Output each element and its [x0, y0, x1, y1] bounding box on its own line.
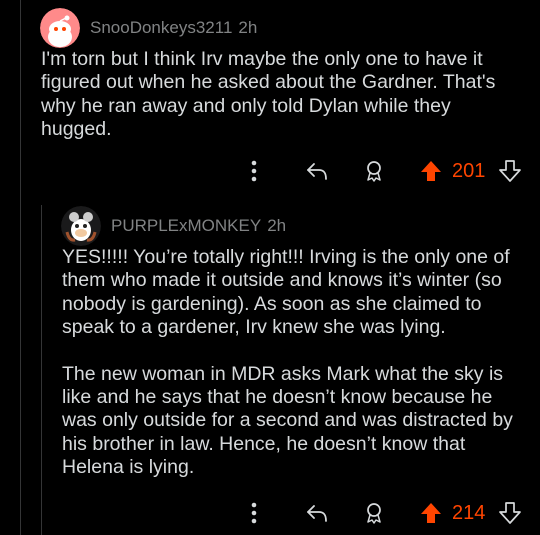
avatar[interactable] — [61, 206, 101, 246]
reply-button[interactable] — [303, 498, 331, 528]
username[interactable]: SnooDonkeys3211 — [90, 18, 232, 37]
award-icon — [367, 161, 381, 182]
avatar[interactable] — [40, 8, 80, 48]
more-options-button[interactable] — [244, 498, 264, 528]
comment-actions: 214 — [0, 498, 540, 528]
award-icon — [367, 503, 381, 524]
username[interactable]: PURPLExMONKEY — [111, 216, 261, 235]
reply-arrow-icon — [307, 163, 327, 180]
downvote-arrow-icon — [499, 160, 521, 182]
comment-actions: 201 — [0, 156, 540, 186]
upvote-arrow-icon — [421, 161, 441, 181]
upvote-button[interactable] — [418, 156, 444, 186]
more-vertical-icon — [251, 160, 257, 182]
more-options-button[interactable] — [244, 156, 264, 186]
comment-author[interactable]: PURPLExMONKEY 2h — [111, 216, 286, 236]
award-button[interactable] — [361, 498, 387, 528]
reply-button[interactable] — [303, 156, 331, 186]
vote-score: 214 — [452, 502, 486, 524]
comment-paragraph: YES!!!!! You’re totally right!!! Irving … — [62, 246, 510, 339]
award-button[interactable] — [361, 156, 387, 186]
comment-age: 2h — [267, 216, 287, 235]
reply-arrow-icon — [307, 505, 327, 522]
upvote-button[interactable] — [418, 498, 444, 528]
comment-body: YES!!!!! You’re totally right!!! Irving … — [62, 246, 520, 480]
downvote-button[interactable] — [497, 156, 523, 186]
downvote-arrow-icon — [499, 502, 521, 524]
thread-line-nested[interactable] — [41, 205, 42, 535]
comment-author[interactable]: SnooDonkeys3211 2h — [90, 18, 257, 38]
comment-paragraph: I'm torn but I think Irv maybe the only … — [41, 48, 496, 141]
vote-score: 201 — [452, 160, 486, 182]
upvote-arrow-icon — [421, 503, 441, 523]
comment-body: I'm torn but I think Irv maybe the only … — [41, 48, 516, 142]
more-vertical-icon — [251, 502, 257, 524]
comment-age: 2h — [238, 18, 258, 37]
thread-line[interactable] — [20, 0, 21, 535]
comment-paragraph: The new woman in MDR asks Mark what the … — [62, 362, 513, 479]
downvote-button[interactable] — [497, 498, 523, 528]
